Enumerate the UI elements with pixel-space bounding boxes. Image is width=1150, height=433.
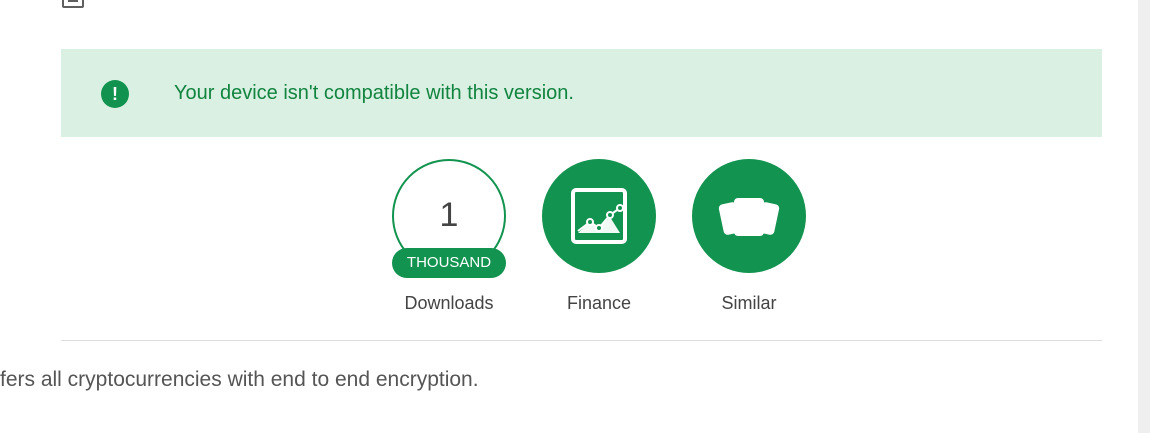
downloads-label: Downloads <box>404 293 494 313</box>
downloads-badge: 1 THOUSAND <box>392 159 506 278</box>
cards-icon <box>718 198 780 236</box>
similar-label[interactable]: Similar <box>689 291 809 315</box>
app-description: fers all cryptocurrencies with end to en… <box>0 368 479 391</box>
notice-text: Your device isn't compatible with this v… <box>174 82 574 104</box>
downloads-stat: 1 THOUSAND Downloads <box>389 159 509 315</box>
image-chart-icon <box>571 188 627 244</box>
similar-button[interactable] <box>692 159 806 273</box>
flag-icon[interactable] <box>62 0 84 8</box>
category-label[interactable]: Finance <box>539 291 659 315</box>
app-details-page: ! Your device isn't compatible with this… <box>0 0 1150 433</box>
section-divider <box>61 340 1102 341</box>
category-button[interactable] <box>542 159 656 273</box>
category-stat[interactable]: Finance <box>539 159 659 315</box>
similar-stat[interactable]: Similar <box>689 159 809 315</box>
downloads-unit: THOUSAND <box>392 248 506 278</box>
compatibility-notice: ! Your device isn't compatible with this… <box>61 49 1102 137</box>
page-scrollbar[interactable] <box>1138 0 1150 433</box>
downloads-count: 1 <box>439 196 459 234</box>
exclamation-icon: ! <box>101 80 129 108</box>
